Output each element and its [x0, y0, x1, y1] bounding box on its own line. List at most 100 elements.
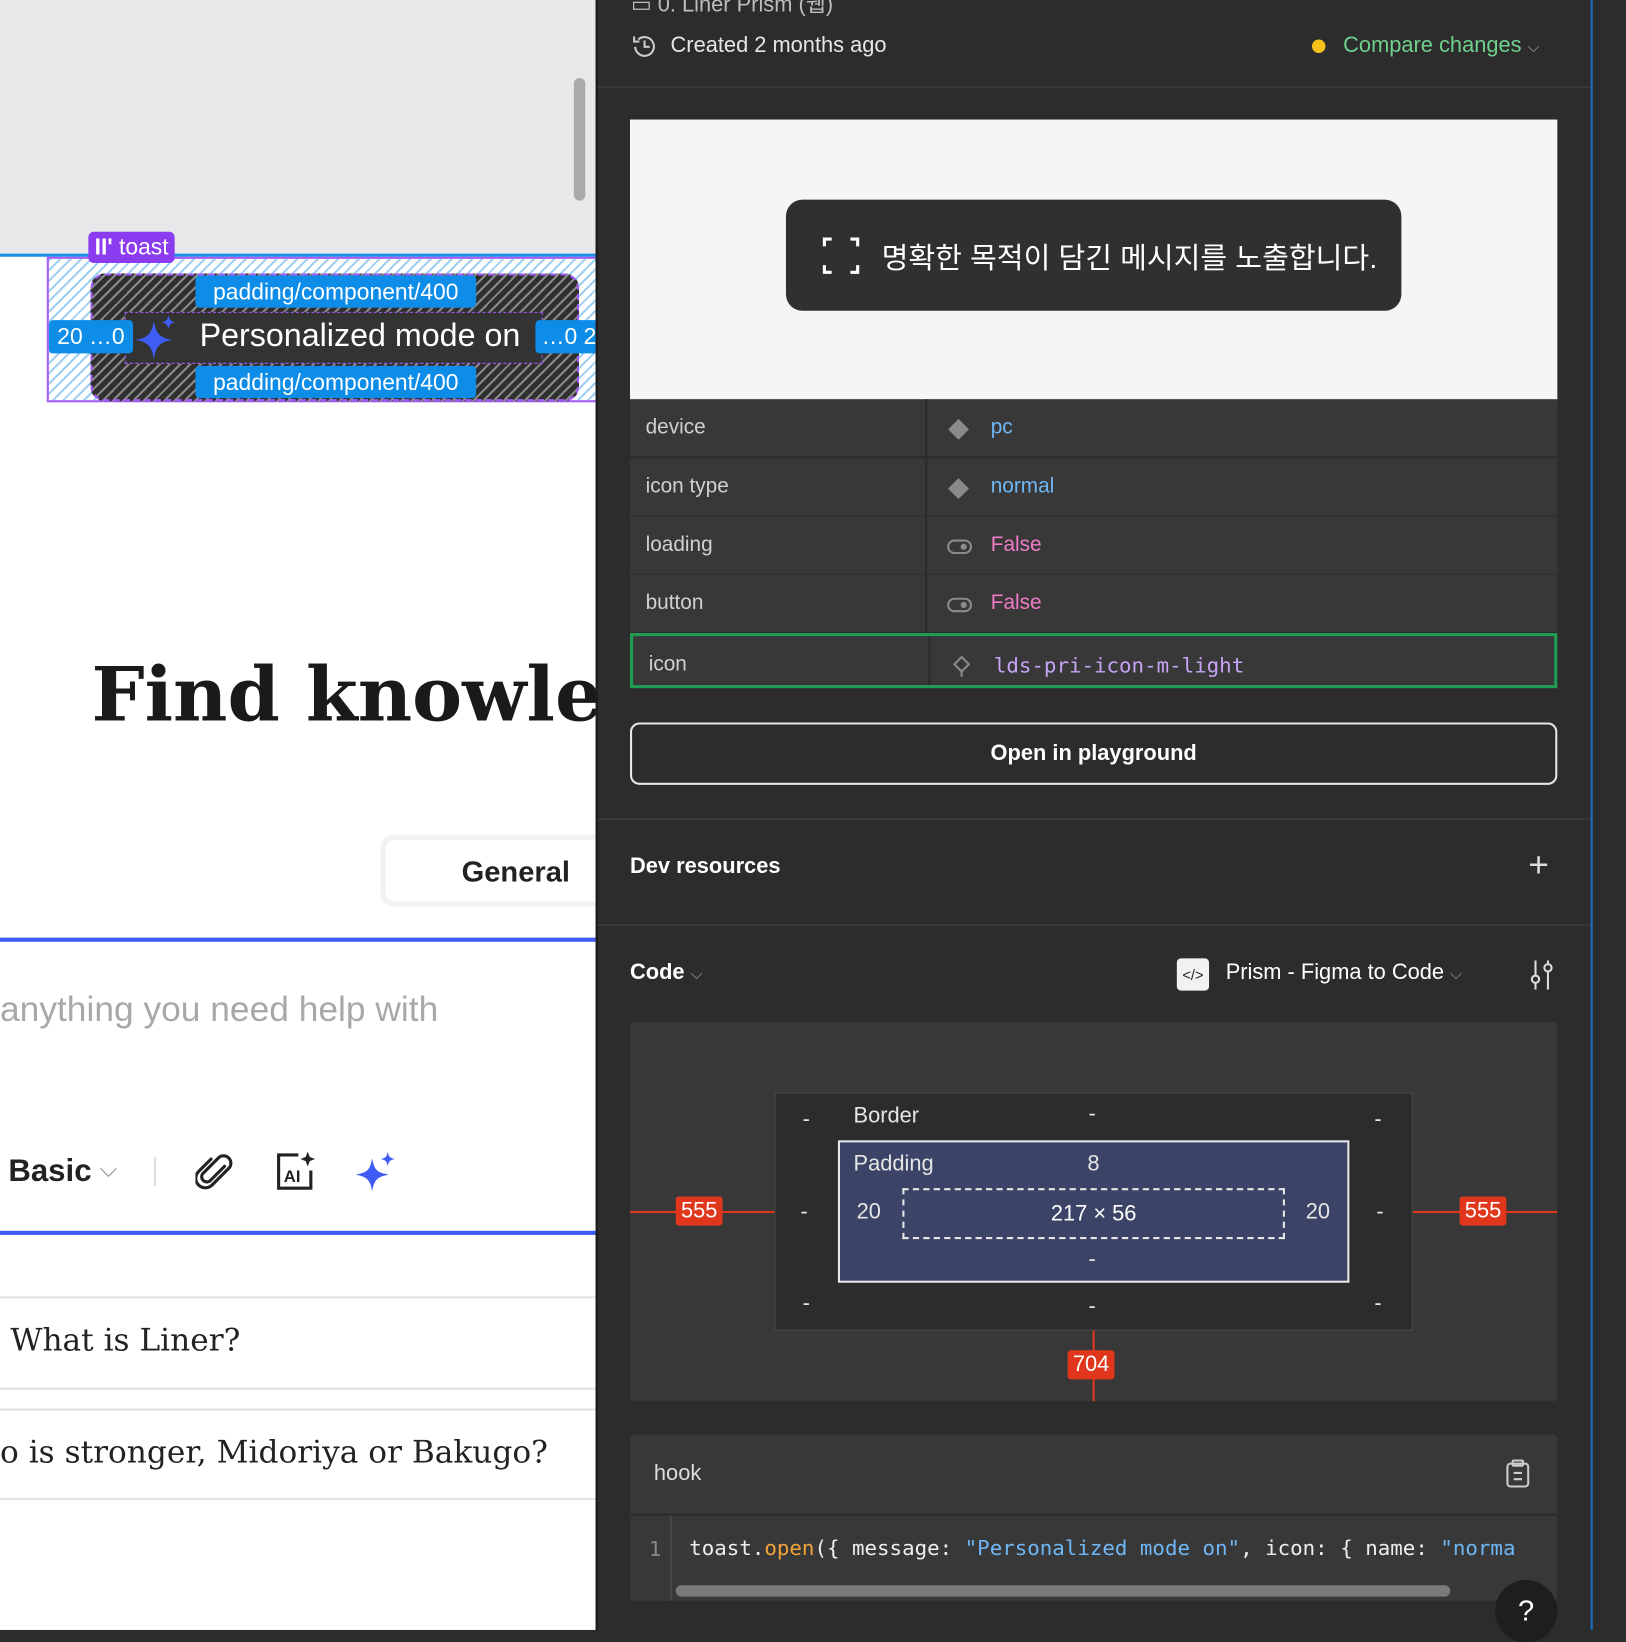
property-value[interactable]: False	[991, 591, 1042, 615]
canvas-background	[0, 0, 596, 255]
property-value[interactable]: pc	[991, 416, 1013, 440]
layer-label[interactable]: II' toast	[88, 231, 175, 263]
padding-bottom-label: padding/component/400	[195, 365, 477, 399]
plugin-label: Prism - Figma to Code	[1225, 960, 1445, 985]
paperclip-icon[interactable]	[194, 1152, 233, 1199]
property-row[interactable]: icon lds-pri-icon-m-light	[629, 633, 1558, 689]
right-spacing-label: …0 2	[535, 320, 596, 354]
toggle-icon	[947, 594, 973, 617]
property-row[interactable]: icon type normal	[629, 458, 1558, 517]
code-token: open	[764, 1535, 815, 1561]
padding-top-label: padding/component/400	[195, 275, 477, 308]
help-button[interactable]: ?	[1494, 1580, 1558, 1642]
sparkle-icon[interactable]	[355, 1151, 398, 1197]
divider	[153, 1156, 156, 1187]
svg-text:AI: AI	[284, 1167, 301, 1186]
layer-label-text: toast	[119, 233, 169, 260]
input-border-bottom	[0, 1230, 596, 1235]
divider	[0, 1408, 596, 1411]
horizontal-scrollbar[interactable]	[675, 1585, 1451, 1597]
mode-selector[interactable]: Basic	[8, 1154, 91, 1189]
code-token: "Personalized mode on"	[964, 1535, 1241, 1561]
property-value[interactable]: False	[991, 533, 1042, 557]
corner-value: -	[1374, 1107, 1382, 1131]
hook-code-panel: hook 1 toast.open({ message: "Personaliz…	[629, 1434, 1558, 1601]
code-token: "norma	[1440, 1535, 1516, 1561]
plugin-selector[interactable]: Prism - Figma to Code ⌵	[1226, 960, 1462, 985]
clipboard-icon[interactable]	[1505, 1459, 1530, 1493]
divider	[0, 1387, 596, 1390]
code-line[interactable]: toast.open({ message: "Personalized mode…	[689, 1535, 1515, 1560]
margin-right-value: 555	[1459, 1196, 1507, 1226]
suggestion-item[interactable]: What is Liner?	[10, 1322, 240, 1358]
code-token: ({ message:	[814, 1535, 965, 1561]
divider	[629, 1513, 1558, 1516]
divider	[597, 86, 1591, 89]
chevron-down-icon: ⌵	[690, 965, 703, 984]
column-divider	[925, 399, 928, 457]
property-name: device	[645, 415, 706, 439]
divider	[597, 818, 1591, 821]
divider	[597, 924, 1591, 927]
line-number: 1	[648, 1536, 662, 1562]
variant-diamond-icon	[947, 418, 970, 441]
code-plugin-icon: </>	[1176, 958, 1210, 991]
chevron-down-icon: ⌵	[1527, 38, 1540, 57]
property-row[interactable]: device pc	[629, 399, 1558, 458]
search-input[interactable]: anything you need help with	[0, 990, 438, 1031]
property-row[interactable]: button False	[629, 574, 1558, 634]
property-name: icon	[648, 652, 687, 676]
history-icon	[631, 33, 658, 65]
code-token: toast.	[689, 1535, 765, 1561]
property-row[interactable]: loading False	[629, 516, 1558, 575]
property-value[interactable]: normal	[991, 475, 1055, 499]
canvas-scrollbar[interactable]	[573, 77, 586, 201]
compare-changes-label: Compare changes	[1343, 33, 1522, 58]
chevron-down-icon: ⌵	[99, 1155, 118, 1182]
component-title-text: 0. Liner Prism (웹)	[657, 0, 834, 17]
instance-swap-icon	[950, 655, 973, 678]
add-resource-icon[interactable]: +	[1528, 847, 1549, 882]
divider	[0, 1497, 596, 1500]
padding-label: Padding	[853, 1151, 934, 1176]
property-name: icon type	[645, 475, 729, 498]
frame-corners-icon	[822, 237, 860, 280]
sparkle-icon	[127, 314, 179, 361]
content-size: 217 × 56	[902, 1188, 1285, 1240]
gutter-line	[670, 1515, 672, 1601]
property-name: button	[645, 591, 704, 615]
ai-icon[interactable]: AI	[275, 1151, 317, 1197]
code-dropdown[interactable]: Code ⌵	[630, 960, 702, 985]
border-label: Border	[853, 1103, 920, 1128]
toast-text: Personalized mode on	[199, 317, 521, 354]
toggle-icon	[947, 535, 973, 558]
general-tab[interactable]: General	[380, 834, 596, 907]
design-canvas[interactable]: Personalized mode on padding/component/4…	[0, 0, 596, 1630]
column-divider	[928, 636, 931, 686]
border-left-value: -	[800, 1199, 808, 1224]
component-icon: II'	[94, 233, 113, 260]
book-icon: ▭	[631, 0, 652, 17]
left-spacing-label: 20 …0	[48, 320, 134, 354]
status-dot	[1311, 39, 1326, 54]
border-right-value: -	[1376, 1199, 1384, 1224]
padding-top-value: 8	[1087, 1151, 1100, 1176]
general-tab-label: General	[385, 839, 596, 902]
suggestion-item[interactable]: o is stronger, Midoriya or Bakugo?	[0, 1435, 548, 1471]
margin-left-value: 555	[675, 1196, 723, 1226]
preview-toast-text: 명확한 목적이 담긴 메시지를 노출합니다.	[881, 242, 1378, 275]
code-label: Code	[629, 960, 685, 985]
chevron-down-icon: ⌵	[1450, 965, 1462, 984]
compare-changes-button[interactable]: Compare changes ⌵	[1343, 33, 1539, 58]
input-border-top	[0, 937, 596, 942]
hook-title: hook	[653, 1461, 702, 1486]
open-in-playground-button[interactable]: Open in playground	[629, 722, 1558, 785]
settings-sliders-icon[interactable]	[1528, 958, 1555, 994]
corner-value: -	[802, 1291, 810, 1315]
variant-diamond-icon	[947, 477, 970, 500]
property-value[interactable]: lds-pri-icon-m-light	[994, 653, 1244, 678]
divider	[0, 1296, 596, 1299]
padding-bottom-value: -	[1088, 1247, 1096, 1272]
dev-resources-heading: Dev resources	[629, 854, 781, 879]
column-divider	[925, 516, 928, 574]
